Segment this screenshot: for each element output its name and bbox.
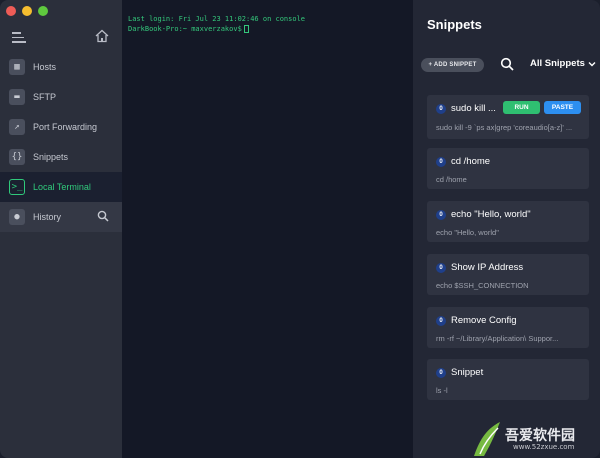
- snippet-command: echo $SSH_CONNECTION: [436, 281, 529, 290]
- sidebar-item-label: SFTP: [33, 92, 57, 102]
- panel-title: Snippets: [427, 17, 482, 32]
- sidebar-item-label: Port Forwarding: [33, 122, 98, 132]
- snippet-header: 0 sudo kill ...: [436, 103, 496, 114]
- snippet-header: 0 cd /home: [436, 156, 490, 167]
- sidebar-item-label: Hosts: [33, 62, 57, 72]
- close-window-button[interactable]: [6, 6, 16, 16]
- snippet-filter-dropdown[interactable]: All Snippets: [530, 58, 596, 69]
- history-search-icon[interactable]: [97, 210, 109, 222]
- snippet-badge: 0: [436, 315, 446, 326]
- sidebar-item-history[interactable]: ● History: [0, 202, 122, 232]
- snippet-header: 0 Snippet: [436, 367, 483, 378]
- snippet-badge: 0: [436, 209, 446, 220]
- terminal-prompt: DarkBook-Pro:~ maxverzakov$: [128, 25, 242, 33]
- app-window: ▦ Hosts ▬ SFTP ↗ Port Forwarding {} Snip…: [0, 0, 600, 458]
- sidebar-item-local-terminal[interactable]: >_ Local Terminal: [0, 172, 122, 202]
- sidebar: ▦ Hosts ▬ SFTP ↗ Port Forwarding {} Snip…: [0, 0, 122, 458]
- snippet-header: 0 Show IP Address: [436, 262, 523, 273]
- chevron-down-icon: [588, 61, 596, 66]
- terminal-icon: >_: [9, 179, 25, 195]
- snippet-card[interactable]: 0 Snippet ls -l: [427, 359, 589, 400]
- window-controls: [6, 6, 48, 16]
- terminal-output[interactable]: Last login: Fri Jul 23 11:02:46 on conso…: [122, 0, 413, 458]
- hosts-icon: ▦: [9, 59, 25, 75]
- snippet-name: Show IP Address: [451, 262, 524, 273]
- snippet-name: echo "Hello, world": [451, 209, 531, 220]
- snippet-name: cd /home: [451, 156, 491, 167]
- snippet-name: sudo kill ...: [451, 103, 496, 114]
- snippet-filter-label: All Snippets: [530, 58, 585, 69]
- port-forwarding-icon: ↗: [9, 119, 25, 135]
- sidebar-item-hosts[interactable]: ▦ Hosts: [0, 52, 122, 82]
- snippet-header: 0 echo "Hello, world": [436, 209, 531, 220]
- snippet-badge: 0: [436, 262, 446, 273]
- sidebar-item-sftp[interactable]: ▬ SFTP: [0, 82, 122, 112]
- sidebar-toolbar: [0, 28, 122, 46]
- terminal-prompt-line: DarkBook-Pro:~ maxverzakov$: [128, 24, 407, 34]
- snippet-command: sudo kill -9 `ps ax|grep 'coreaudio[a-z]…: [436, 123, 573, 132]
- folder-icon: ▬: [9, 89, 25, 105]
- terminal-line: Last login: Fri Jul 23 11:02:46 on conso…: [128, 15, 306, 23]
- sidebar-item-label: History: [33, 212, 62, 222]
- snippet-command: rm -rf ~/Library/Application\ Suppor...: [436, 334, 559, 343]
- sidebar-item-port-forwarding[interactable]: ↗ Port Forwarding: [0, 112, 122, 142]
- paste-snippet-button[interactable]: PASTE: [544, 101, 581, 114]
- minimize-window-button[interactable]: [22, 6, 32, 16]
- snippet-badge: 0: [436, 103, 446, 114]
- snippets-icon: {}: [9, 149, 25, 165]
- watermark-text: 吾爱软件园: [505, 428, 575, 444]
- sidebar-item-snippets[interactable]: {} Snippets: [0, 142, 122, 172]
- snippet-card[interactable]: 0 Show IP Address echo $SSH_CONNECTION: [427, 254, 589, 295]
- menu-toggle-icon[interactable]: [12, 32, 26, 43]
- snippet-command: ls -l: [436, 386, 448, 395]
- snippet-command: cd /home: [436, 175, 467, 184]
- watermark-url: www.52zxue.com: [513, 443, 575, 451]
- sidebar-item-label: Snippets: [33, 152, 69, 162]
- snippet-card[interactable]: 0 cd /home cd /home: [427, 148, 589, 189]
- sidebar-item-label: Local Terminal: [33, 182, 91, 192]
- snippet-command: echo "Hello, world": [436, 228, 499, 237]
- snippet-name: Remove Config: [451, 315, 517, 326]
- snippet-name: Snippet: [451, 367, 484, 378]
- home-icon[interactable]: [94, 28, 110, 44]
- zoom-window-button[interactable]: [38, 6, 48, 16]
- snippet-badge: 0: [436, 156, 446, 167]
- run-snippet-button[interactable]: RUN: [503, 101, 540, 114]
- snippet-badge: 0: [436, 367, 446, 378]
- snippet-header: 0 Remove Config: [436, 315, 516, 326]
- snippet-card[interactable]: 0 Remove Config rm -rf ~/Library/Applica…: [427, 307, 589, 348]
- sidebar-nav: ▦ Hosts ▬ SFTP ↗ Port Forwarding {} Snip…: [0, 52, 122, 232]
- clock-icon: ●: [9, 209, 25, 225]
- add-snippet-button[interactable]: + ADD SNIPPET: [421, 58, 484, 72]
- terminal-cursor: [243, 25, 249, 33]
- search-icon[interactable]: [500, 57, 514, 71]
- snippet-card[interactable]: 0 sudo kill ... RUN PASTE sudo kill -9 `…: [427, 95, 589, 139]
- snippet-card[interactable]: 0 echo "Hello, world" echo "Hello, world…: [427, 201, 589, 242]
